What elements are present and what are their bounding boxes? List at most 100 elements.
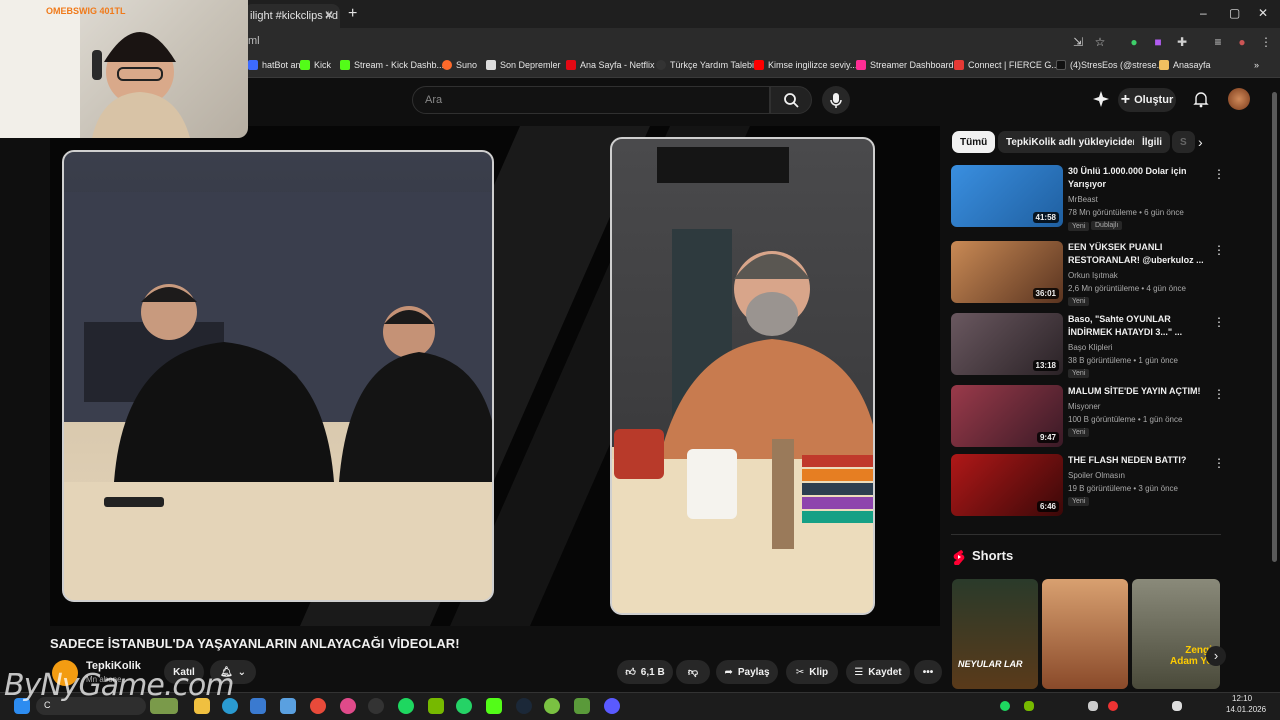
bookmark-item[interactable]: Streamer Dashboard bbox=[856, 60, 954, 70]
thumbs-down-icon: 👎︎ bbox=[687, 667, 699, 678]
profile-icon[interactable]: ● bbox=[1234, 34, 1250, 50]
recommendation-menu-icon[interactable]: ⋮ bbox=[1213, 315, 1225, 329]
recommendation-channel[interactable]: Başo Klipleri bbox=[1068, 343, 1112, 352]
short-item[interactable]: NEYULAR LAR bbox=[952, 579, 1038, 689]
clock-date[interactable]: 14.01.2026 bbox=[1226, 705, 1266, 714]
spotify-icon[interactable] bbox=[398, 698, 414, 714]
whatsapp-icon[interactable] bbox=[456, 698, 472, 714]
chip-from-uploader[interactable]: TepkiKolik adlı yükleyiciden bbox=[998, 131, 1147, 153]
recommendation-title[interactable]: THE FLASH NEDEN BATTI? bbox=[1068, 454, 1206, 467]
video-thumbnail[interactable]: 6:46 bbox=[951, 454, 1063, 516]
search-input[interactable]: Ara bbox=[412, 86, 770, 114]
voice-search-button[interactable] bbox=[822, 86, 850, 114]
bookmark-item[interactable]: Anasayfa bbox=[1159, 60, 1211, 70]
bookmark-item[interactable]: Connect | FIERCE G... bbox=[954, 60, 1059, 70]
steam-icon[interactable] bbox=[516, 698, 532, 714]
page-scrollbar[interactable] bbox=[1272, 92, 1277, 562]
video-thumbnail[interactable]: 9:47 bbox=[951, 385, 1063, 447]
gemini-star-icon[interactable] bbox=[1092, 90, 1110, 108]
recommendation-menu-icon[interactable]: ⋮ bbox=[1213, 456, 1225, 470]
video-player[interactable] bbox=[50, 126, 940, 626]
bookmark-item[interactable]: Kimse ingilizce seviy... bbox=[754, 60, 857, 70]
browser-tab[interactable]: ilight #kickclips #d ✕ bbox=[244, 4, 340, 28]
tray-icon[interactable] bbox=[1088, 701, 1098, 711]
bookmark-item[interactable]: Stream - Kick Dashb... bbox=[340, 60, 444, 70]
bookmark-item[interactable]: (4)StresEos (@strese... bbox=[1056, 60, 1164, 70]
recommendation-title[interactable]: Baso, "Sahte OYUNLAR İNDİRMEK HATAYDI 3.… bbox=[1068, 313, 1206, 339]
recommendation-channel[interactable]: Misyoner bbox=[1068, 402, 1100, 411]
reading-list-icon[interactable]: ≡ bbox=[1210, 34, 1226, 50]
recommendation-title[interactable]: EEN YÜKSEK PUANLI RESTORANLAR! @uberkulo… bbox=[1068, 241, 1206, 267]
chips-next-chevron-icon[interactable]: › bbox=[1198, 134, 1203, 150]
url-field[interactable]: ml bbox=[248, 35, 260, 47]
minimize-button[interactable]: – bbox=[1200, 6, 1207, 20]
install-icon[interactable]: ⇲ bbox=[1070, 34, 1086, 50]
recommendation-menu-icon[interactable]: ⋮ bbox=[1213, 387, 1225, 401]
new-tab-button[interactable]: + bbox=[348, 5, 357, 23]
chip-more[interactable]: S bbox=[1172, 131, 1195, 153]
chip-related[interactable]: İlgili bbox=[1134, 131, 1170, 153]
tray-icon[interactable] bbox=[1000, 701, 1010, 711]
recommendation-title[interactable]: MALUM SİTE'DE YAYIN AÇTIM! bbox=[1068, 385, 1206, 398]
video-thumbnail[interactable]: 13:18 bbox=[951, 313, 1063, 375]
recommendation-item[interactable]: 9:47 MALUM SİTE'DE YAYIN AÇTIM! Misyoner… bbox=[951, 385, 1225, 449]
obs-icon[interactable] bbox=[368, 698, 384, 714]
extensions-puzzle-icon[interactable]: ✚ bbox=[1174, 34, 1190, 50]
opera-icon[interactable] bbox=[340, 698, 356, 714]
dislike-button[interactable]: 👎︎ bbox=[676, 660, 710, 684]
shorts-next-chevron-icon[interactable]: › bbox=[1206, 646, 1226, 666]
recommendation-item[interactable]: 13:18 Baso, "Sahte OYUNLAR İNDİRMEK HATA… bbox=[951, 313, 1225, 378]
bookmark-item[interactable]: Son Depremler bbox=[486, 60, 561, 70]
tray-icon[interactable] bbox=[1108, 701, 1118, 711]
chrome-icon[interactable] bbox=[310, 698, 326, 714]
create-button[interactable]: + Oluştur bbox=[1118, 88, 1176, 112]
like-button[interactable]: 👍︎ 6,1 B bbox=[617, 660, 673, 684]
store-icon[interactable] bbox=[250, 698, 266, 714]
close-window-button[interactable]: ✕ bbox=[1258, 6, 1268, 20]
share-button[interactable]: ➦ Paylaş bbox=[716, 660, 778, 684]
video-thumbnail[interactable]: 36:01 bbox=[951, 241, 1063, 303]
search-button[interactable] bbox=[770, 86, 812, 114]
bookmark-item[interactable]: Türkçe Yardım Talebi bbox=[656, 60, 754, 70]
recommendation-channel[interactable]: Spoiler Olmasın bbox=[1068, 471, 1125, 480]
app-icon[interactable] bbox=[604, 698, 620, 714]
plus-icon: + bbox=[1120, 91, 1131, 108]
recommendation-title[interactable]: 30 Ünlü 1.000.000 Dolar için Yarışıyor bbox=[1068, 165, 1206, 191]
chip-all[interactable]: Tümü bbox=[952, 131, 996, 153]
recommendation-channel[interactable]: MrBeast bbox=[1068, 195, 1098, 204]
bookmarks-overflow-icon[interactable]: » bbox=[1254, 60, 1259, 70]
nvidia-icon[interactable] bbox=[428, 698, 444, 714]
recommendation-item[interactable]: 6:46 THE FLASH NEDEN BATTI? Spoiler Olma… bbox=[951, 454, 1225, 518]
video-duration: 6:46 bbox=[1036, 501, 1059, 512]
account-avatar[interactable] bbox=[1228, 88, 1250, 110]
bookmark-item[interactable]: Ana Sayfa - Netflix bbox=[566, 60, 655, 70]
clip-button[interactable]: ✂ Klip bbox=[786, 660, 838, 684]
more-actions-button[interactable]: ••• bbox=[914, 660, 942, 684]
clock-time[interactable]: 12:10 bbox=[1232, 694, 1252, 703]
recommendation-channel[interactable]: Orkun Işıtmak bbox=[1068, 271, 1118, 280]
short-item[interactable] bbox=[1042, 579, 1128, 689]
video-thumbnail[interactable]: 41:58 bbox=[951, 165, 1063, 227]
volume-icon[interactable] bbox=[1172, 701, 1182, 711]
app-icon[interactable] bbox=[544, 698, 560, 714]
save-button[interactable]: ☰ Kaydet bbox=[846, 660, 910, 684]
recommendation-menu-icon[interactable]: ⋮ bbox=[1213, 243, 1225, 257]
maximize-button[interactable]: ▢ bbox=[1229, 6, 1240, 20]
bookmark-item[interactable]: Suno bbox=[442, 60, 477, 70]
bookmark-item[interactable]: Kick bbox=[300, 60, 331, 70]
notifications-bell-icon[interactable] bbox=[1192, 90, 1210, 108]
recommendation-item[interactable]: 36:01 EEN YÜKSEK PUANLI RESTORANLAR! @ub… bbox=[951, 241, 1225, 306]
thumbs-up-icon: 👍︎ bbox=[625, 667, 636, 678]
recommendation-item[interactable]: 41:58 30 Ünlü 1.000.000 Dolar için Yarış… bbox=[951, 165, 1225, 231]
bookmark-star-icon[interactable]: ☆ bbox=[1092, 34, 1108, 50]
short-item[interactable]: Zengin Adam Yok bbox=[1132, 579, 1220, 689]
extension-icon[interactable]: ■ bbox=[1150, 34, 1166, 50]
recommendation-menu-icon[interactable]: ⋮ bbox=[1213, 167, 1225, 181]
tray-icon[interactable] bbox=[1024, 701, 1034, 711]
minecraft-icon[interactable] bbox=[574, 698, 590, 714]
extension-icon[interactable]: ● bbox=[1126, 34, 1142, 50]
app-icon[interactable] bbox=[280, 698, 296, 714]
menu-kebab-icon[interactable]: ⋮ bbox=[1258, 34, 1274, 50]
close-tab-icon[interactable]: ✕ bbox=[324, 8, 334, 22]
kick-icon[interactable] bbox=[486, 698, 502, 714]
